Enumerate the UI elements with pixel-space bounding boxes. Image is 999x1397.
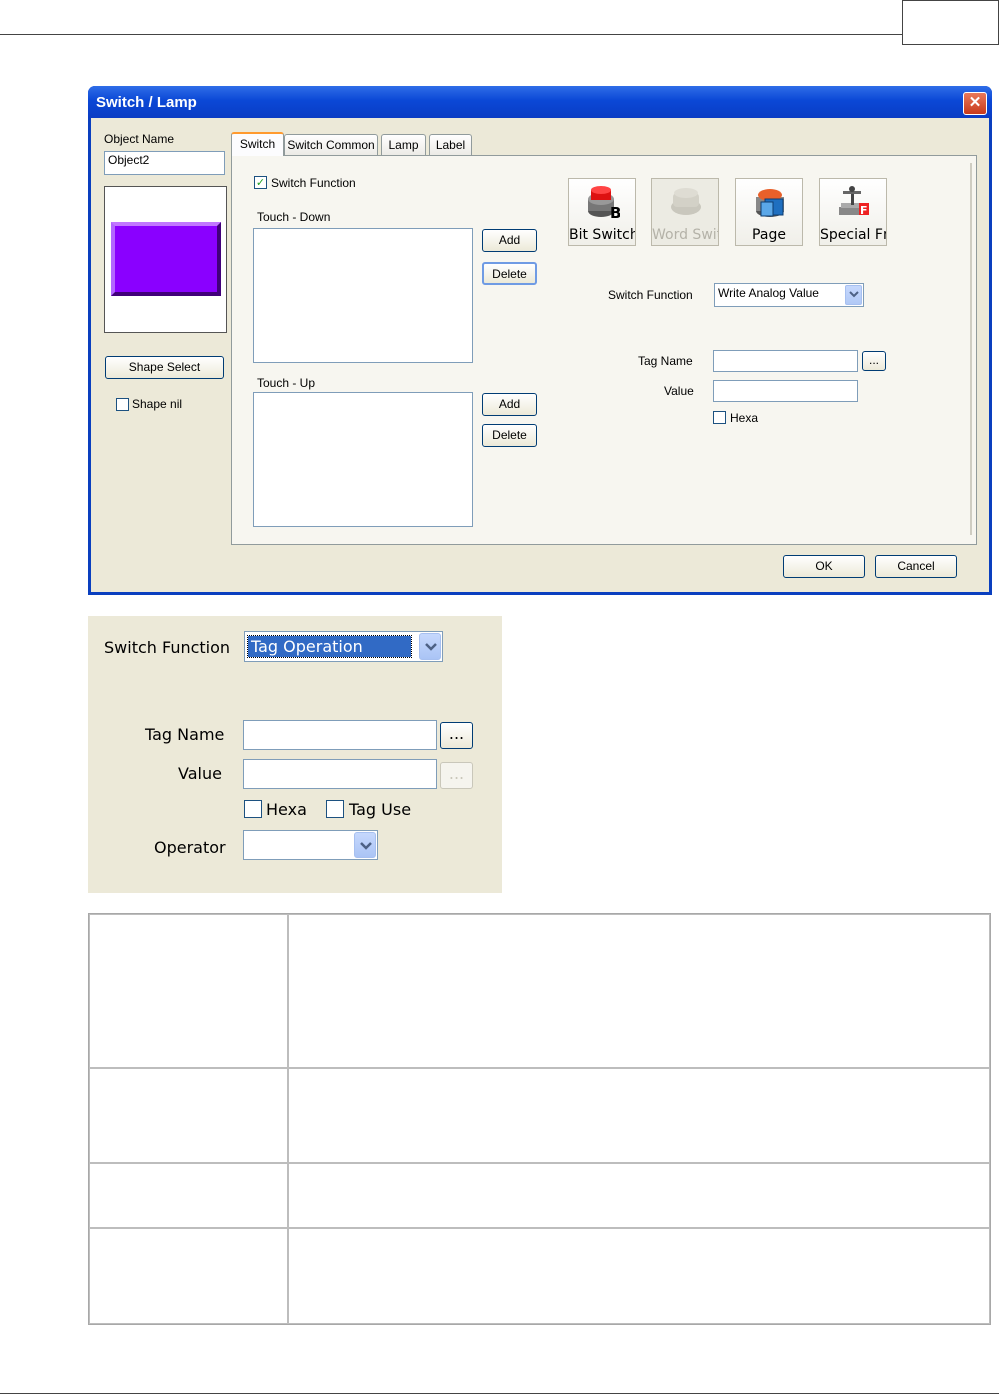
chevron-down-icon [425,643,437,651]
zoom-hexa-checkbox[interactable] [244,800,262,818]
page-icon [756,189,784,217]
word-switch-button[interactable]: Word Switch [651,178,719,246]
touch-down-list[interactable] [253,228,473,363]
object-name-input[interactable]: Object2 [104,151,225,175]
tag-name-label: Tag Name [638,354,693,368]
tab-label[interactable]: Label [429,134,472,155]
touch-up-list[interactable] [253,392,473,527]
special-fn-icon: F [839,186,869,217]
table-cell [89,914,288,1068]
table-cell [89,1228,288,1324]
page-button[interactable]: Page [735,178,803,246]
table-cell [288,1068,990,1163]
table-cell [89,1163,288,1228]
table-cell [288,1163,990,1228]
close-button[interactable]: ✕ [963,92,987,115]
zoom-value-browse-button[interactable]: ... [440,762,473,789]
word-switch-icon [671,188,701,215]
switch-function-checkbox[interactable]: ✓ [254,176,267,189]
ok-button[interactable]: OK [783,555,865,578]
zoom-switch-function-value: Tag Operation [247,635,412,658]
zoom-tag-name-input[interactable] [243,720,437,750]
page-number-box [902,0,999,45]
hexa-label: Hexa [730,411,759,425]
switch-function-label: Switch Function [608,288,693,302]
zoom-tag-name-label: Tag Name [145,725,225,744]
value-label: Value [664,384,694,398]
zoom-operator-label: Operator [154,838,226,857]
tab-switch-common[interactable]: Switch Common [284,134,378,155]
switch-function-value: Write Analog Value [718,286,819,300]
chevron-down-icon [360,842,372,850]
zoom-tag-use-checkbox[interactable] [326,800,344,818]
shape-nil-checkbox[interactable] [116,398,129,411]
zoom-value-input[interactable] [243,759,437,789]
dialog-titlebar[interactable] [88,86,992,118]
switch-function-select[interactable]: Write Analog Value [714,283,864,307]
zoom-tag-browse-button[interactable]: ... [440,722,473,749]
dropdown-button[interactable] [845,285,862,305]
zoom-hexa-label: Hexa [266,800,307,819]
touch-down-delete-button[interactable]: Delete [482,262,537,285]
touch-up-add-button[interactable]: Add [482,393,537,416]
hexa-checkbox[interactable] [713,411,726,424]
zoom-switch-function-label: Switch Function [104,638,231,657]
bit-switch-button[interactable]: B Bit Switch [568,178,636,246]
tab-switch[interactable]: Switch [231,132,284,156]
page-label: Page [752,227,786,243]
zoom-switch-function-select[interactable]: Tag Operation [244,631,443,662]
shape-preview-rect [111,222,221,296]
special-fn-button[interactable]: F Special Fn. [819,178,887,246]
cancel-button[interactable]: Cancel [875,555,957,578]
table-cell [288,914,990,1068]
footer-rule [0,1393,999,1394]
tag-browse-button[interactable]: ... [862,351,886,371]
switch-function-check-label: Switch Function [271,176,356,190]
touch-up-delete-button[interactable]: Delete [482,424,537,447]
zoom-value-label: Value [178,764,222,783]
value-input[interactable] [713,380,858,402]
bit-switch-icon: B [588,186,620,219]
zoom-dropdown-button[interactable] [419,633,441,660]
header-rule [0,34,902,35]
object-name-label: Object Name [104,132,175,146]
shape-nil-label: Shape nil [132,397,183,411]
svg-text:F: F [860,204,868,217]
touch-up-label: Touch - Up [257,376,316,390]
special-fn-label: Special Fn. [820,227,886,243]
table-cell [89,1068,288,1163]
zoom-tag-use-label: Tag Use [349,800,412,819]
chevron-down-icon [849,291,859,298]
tab-lamp[interactable]: Lamp [381,134,426,155]
zoom-operator-dropdown-button[interactable] [354,832,376,858]
bit-switch-label: Bit Switch [569,227,636,243]
dialog-title: Switch / Lamp [96,94,197,111]
shape-select-button[interactable]: Shape Select [105,356,224,379]
word-switch-label: Word Switch [652,227,718,243]
zoom-operator-select[interactable] [243,830,378,860]
table-cell [288,1228,990,1324]
svg-text:B: B [610,204,620,219]
touch-down-add-button[interactable]: Add [482,229,537,252]
tag-name-input[interactable] [713,350,858,372]
touch-down-label: Touch - Down [257,210,331,224]
